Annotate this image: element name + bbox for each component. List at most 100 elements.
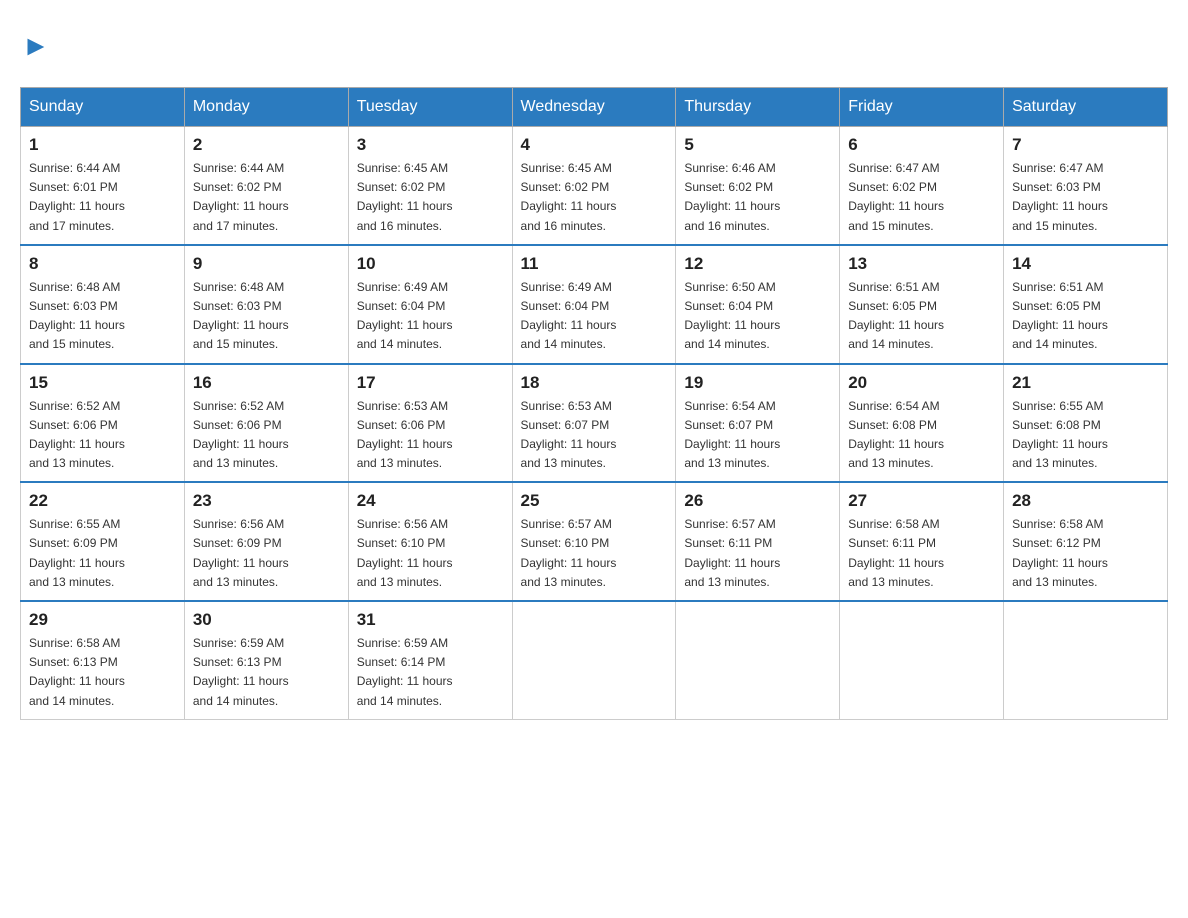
calendar-day-cell: 4Sunrise: 6:45 AMSunset: 6:02 PMDaylight…: [512, 127, 676, 245]
day-info: Sunrise: 6:49 AMSunset: 6:04 PMDaylight:…: [521, 278, 668, 355]
day-info: Sunrise: 6:45 AMSunset: 6:02 PMDaylight:…: [521, 159, 668, 236]
calendar-day-cell: 15 Sunrise: 6:52 AMSunset: 6:06 PMDayligh…: [21, 364, 185, 483]
calendar-day-cell: 30 Sunrise: 6:59 AMSunset: 6:13 PMDayligh…: [184, 601, 348, 719]
calendar-day-cell: 1 Sunrise: 6:44 AMSunset: 6:01 PMDaylight…: [21, 127, 185, 245]
day-number: 20: [848, 373, 995, 393]
day-info: Sunrise: 6:51 AMSunset: 6:05 PMDaylight:…: [848, 278, 995, 355]
day-info: Sunrise: 6:54 AMSunset: 6:07 PMDaylight:…: [684, 397, 831, 474]
calendar-day-cell: [840, 601, 1004, 719]
day-number: 15: [29, 373, 176, 393]
day-number: 13: [848, 254, 995, 274]
calendar-day-cell: [512, 601, 676, 719]
calendar-day-cell: 13 Sunrise: 6:51 AMSunset: 6:05 PMDayligh…: [840, 245, 1004, 364]
page-header: ►: [20, 20, 1168, 67]
calendar-day-cell: [1004, 601, 1168, 719]
day-info: Sunrise: 6:51 AMSunset: 6:05 PMDaylight:…: [1012, 278, 1159, 355]
day-number: 1: [29, 135, 176, 155]
day-info: Sunrise: 6:53 AMSunset: 6:07 PMDaylight:…: [521, 397, 668, 474]
logo-arrow-icon: ►: [22, 30, 50, 62]
calendar-header-monday: Monday: [184, 88, 348, 127]
day-info: Sunrise: 6:54 AMSunset: 6:08 PMDaylight:…: [848, 397, 995, 474]
day-number: 3: [357, 135, 504, 155]
day-number: 27: [848, 491, 995, 511]
calendar-day-cell: 19 Sunrise: 6:54 AMSunset: 6:07 PMDayligh…: [676, 364, 840, 483]
day-number: 5: [684, 135, 831, 155]
day-number: 8: [29, 254, 176, 274]
day-number: 19: [684, 373, 831, 393]
day-number: 23: [193, 491, 340, 511]
day-info: Sunrise: 6:53 AMSunset: 6:06 PMDaylight:…: [357, 397, 504, 474]
calendar-day-cell: 3 Sunrise: 6:45 AMSunset: 6:02 PMDaylight…: [348, 127, 512, 245]
calendar-week-row: 22 Sunrise: 6:55 AMSunset: 6:09 PMDayligh…: [21, 482, 1168, 601]
logo-text: ►: [20, 30, 50, 62]
calendar-week-row: 8 Sunrise: 6:48 AMSunset: 6:03 PMDaylight…: [21, 245, 1168, 364]
day-number: 12: [684, 254, 831, 274]
calendar-day-cell: 25 Sunrise: 6:57 AMSunset: 6:10 PMDayligh…: [512, 482, 676, 601]
day-info: Sunrise: 6:52 AMSunset: 6:06 PMDaylight:…: [193, 397, 340, 474]
calendar-day-cell: 10 Sunrise: 6:49 AMSunset: 6:04 PMDayligh…: [348, 245, 512, 364]
day-info: Sunrise: 6:45 AMSunset: 6:02 PMDaylight:…: [357, 159, 504, 236]
calendar-table: SundayMondayTuesdayWednesdayThursdayFrid…: [20, 87, 1168, 720]
calendar-day-cell: 23 Sunrise: 6:56 AMSunset: 6:09 PMDayligh…: [184, 482, 348, 601]
day-number: 18: [521, 373, 668, 393]
day-number: 10: [357, 254, 504, 274]
day-info: Sunrise: 6:52 AMSunset: 6:06 PMDaylight:…: [29, 397, 176, 474]
day-info: Sunrise: 6:44 AMSunset: 6:01 PMDaylight:…: [29, 159, 176, 236]
day-info: Sunrise: 6:58 AMSunset: 6:13 PMDaylight:…: [29, 634, 176, 711]
calendar-day-cell: 7 Sunrise: 6:47 AMSunset: 6:03 PMDaylight…: [1004, 127, 1168, 245]
calendar-day-cell: 5 Sunrise: 6:46 AMSunset: 6:02 PMDaylight…: [676, 127, 840, 245]
day-info: Sunrise: 6:58 AMSunset: 6:11 PMDaylight:…: [848, 515, 995, 592]
day-number: 30: [193, 610, 340, 630]
day-number: 7: [1012, 135, 1159, 155]
calendar-header-tuesday: Tuesday: [348, 88, 512, 127]
calendar-day-cell: 28Sunrise: 6:58 AMSunset: 6:12 PMDayligh…: [1004, 482, 1168, 601]
day-number: 9: [193, 254, 340, 274]
calendar-day-cell: 9 Sunrise: 6:48 AMSunset: 6:03 PMDaylight…: [184, 245, 348, 364]
calendar-day-cell: 29 Sunrise: 6:58 AMSunset: 6:13 PMDayligh…: [21, 601, 185, 719]
day-info: Sunrise: 6:50 AMSunset: 6:04 PMDaylight:…: [684, 278, 831, 355]
day-info: Sunrise: 6:57 AMSunset: 6:11 PMDaylight:…: [684, 515, 831, 592]
day-info: Sunrise: 6:57 AMSunset: 6:10 PMDaylight:…: [521, 515, 668, 592]
calendar-day-cell: 12 Sunrise: 6:50 AMSunset: 6:04 PMDayligh…: [676, 245, 840, 364]
calendar-day-cell: 24Sunrise: 6:56 AMSunset: 6:10 PMDayligh…: [348, 482, 512, 601]
calendar-day-cell: 14 Sunrise: 6:51 AMSunset: 6:05 PMDayligh…: [1004, 245, 1168, 364]
day-number: 31: [357, 610, 504, 630]
day-number: 6: [848, 135, 995, 155]
day-number: 29: [29, 610, 176, 630]
calendar-day-cell: 8 Sunrise: 6:48 AMSunset: 6:03 PMDaylight…: [21, 245, 185, 364]
calendar-header-saturday: Saturday: [1004, 88, 1168, 127]
day-info: Sunrise: 6:55 AMSunset: 6:09 PMDaylight:…: [29, 515, 176, 592]
calendar-day-cell: 27 Sunrise: 6:58 AMSunset: 6:11 PMDayligh…: [840, 482, 1004, 601]
day-info: Sunrise: 6:55 AMSunset: 6:08 PMDaylight:…: [1012, 397, 1159, 474]
day-number: 26: [684, 491, 831, 511]
day-info: Sunrise: 6:49 AMSunset: 6:04 PMDaylight:…: [357, 278, 504, 355]
calendar-day-cell: 26 Sunrise: 6:57 AMSunset: 6:11 PMDayligh…: [676, 482, 840, 601]
day-info: Sunrise: 6:46 AMSunset: 6:02 PMDaylight:…: [684, 159, 831, 236]
day-info: Sunrise: 6:48 AMSunset: 6:03 PMDaylight:…: [193, 278, 340, 355]
calendar-header-thursday: Thursday: [676, 88, 840, 127]
day-number: 14: [1012, 254, 1159, 274]
calendar-week-row: 15 Sunrise: 6:52 AMSunset: 6:06 PMDayligh…: [21, 364, 1168, 483]
calendar-day-cell: 16 Sunrise: 6:52 AMSunset: 6:06 PMDayligh…: [184, 364, 348, 483]
calendar-header-wednesday: Wednesday: [512, 88, 676, 127]
calendar-day-cell: 18 Sunrise: 6:53 AMSunset: 6:07 PMDayligh…: [512, 364, 676, 483]
day-info: Sunrise: 6:47 AMSunset: 6:03 PMDaylight:…: [1012, 159, 1159, 236]
day-number: 16: [193, 373, 340, 393]
day-number: 11: [521, 254, 668, 274]
day-number: 2: [193, 135, 340, 155]
day-info: Sunrise: 6:48 AMSunset: 6:03 PMDaylight:…: [29, 278, 176, 355]
day-number: 25: [521, 491, 668, 511]
calendar-header-friday: Friday: [840, 88, 1004, 127]
calendar-week-row: 29 Sunrise: 6:58 AMSunset: 6:13 PMDayligh…: [21, 601, 1168, 719]
calendar-day-cell: 31 Sunrise: 6:59 AMSunset: 6:14 PMDayligh…: [348, 601, 512, 719]
day-info: Sunrise: 6:44 AMSunset: 6:02 PMDaylight:…: [193, 159, 340, 236]
day-number: 22: [29, 491, 176, 511]
calendar-day-cell: 20 Sunrise: 6:54 AMSunset: 6:08 PMDayligh…: [840, 364, 1004, 483]
day-info: Sunrise: 6:47 AMSunset: 6:02 PMDaylight:…: [848, 159, 995, 236]
logo: ►: [20, 30, 50, 57]
day-info: Sunrise: 6:59 AMSunset: 6:14 PMDaylight:…: [357, 634, 504, 711]
day-info: Sunrise: 6:56 AMSunset: 6:09 PMDaylight:…: [193, 515, 340, 592]
day-info: Sunrise: 6:59 AMSunset: 6:13 PMDaylight:…: [193, 634, 340, 711]
calendar-week-row: 1 Sunrise: 6:44 AMSunset: 6:01 PMDaylight…: [21, 127, 1168, 245]
calendar-day-cell: 6 Sunrise: 6:47 AMSunset: 6:02 PMDaylight…: [840, 127, 1004, 245]
